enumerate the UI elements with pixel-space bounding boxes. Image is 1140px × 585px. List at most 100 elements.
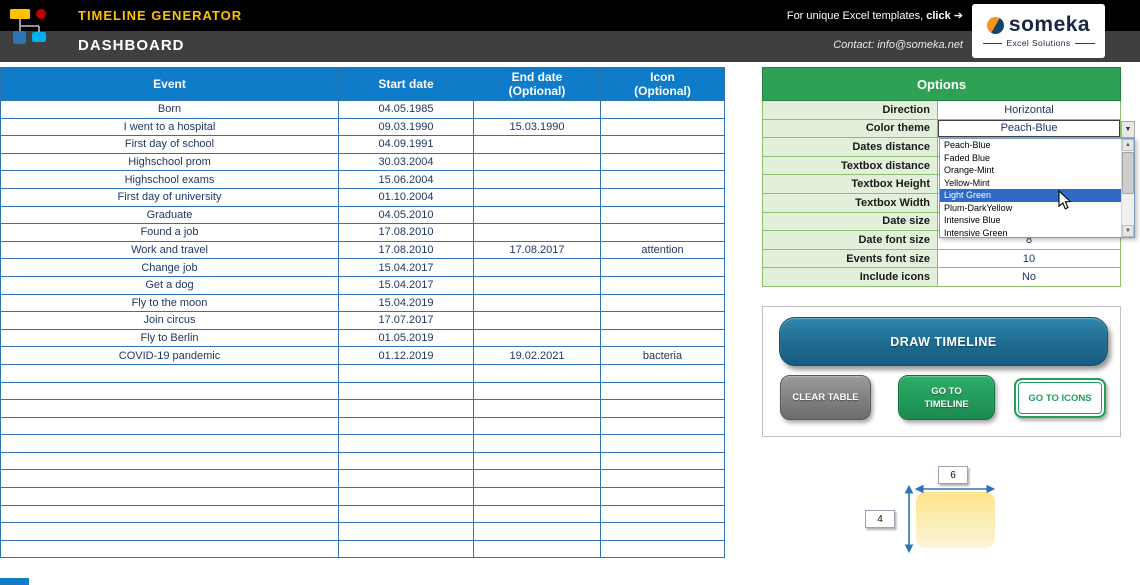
end-date-cell[interactable] (473, 100, 601, 119)
start-date-cell[interactable]: 01.10.2004 (338, 187, 474, 207)
end-date-cell[interactable] (473, 135, 601, 154)
event-cell[interactable] (0, 399, 339, 418)
start-date-cell[interactable]: 04.09.1991 (338, 135, 474, 154)
icon-cell[interactable] (600, 522, 725, 541)
dropdown-item[interactable]: Peach-Blue (940, 139, 1121, 152)
start-date-cell[interactable] (338, 504, 474, 524)
option-value-direction[interactable]: Horizontal (938, 101, 1121, 119)
end-date-cell[interactable]: 15.03.1990 (473, 117, 601, 137)
start-date-cell[interactable]: 30.03.2004 (338, 152, 474, 172)
end-date-cell[interactable] (473, 205, 601, 225)
icon-cell[interactable] (600, 328, 725, 348)
event-cell[interactable] (0, 451, 339, 471)
event-cell[interactable]: First day of school (0, 135, 339, 154)
end-date-cell[interactable] (473, 170, 601, 189)
end-date-cell[interactable] (473, 258, 601, 277)
end-date-cell[interactable]: 17.08.2017 (473, 240, 601, 260)
icon-cell[interactable] (600, 152, 725, 172)
draw-timeline-button[interactable]: DRAW TIMELINE (779, 317, 1108, 366)
event-cell[interactable] (0, 381, 339, 401)
dropdown-item[interactable]: Faded Blue (940, 152, 1121, 165)
event-cell[interactable]: Fly to Berlin (0, 328, 339, 348)
start-date-cell[interactable]: 01.05.2019 (338, 328, 474, 348)
icon-cell[interactable] (600, 487, 725, 506)
dropdown-item[interactable]: Plum-DarkYellow (940, 202, 1121, 215)
icon-cell[interactable] (600, 416, 725, 436)
dropdown-scrollbar[interactable]: ▲ ▼ (1121, 139, 1134, 237)
event-cell[interactable]: Fly to the moon (0, 293, 339, 313)
dropdown-item[interactable]: Yellow-Mint (940, 177, 1121, 190)
icon-cell[interactable] (600, 363, 725, 383)
event-cell[interactable]: Found a job (0, 223, 339, 242)
icon-cell[interactable] (600, 170, 725, 189)
end-date-cell[interactable] (473, 223, 601, 242)
icon-cell[interactable] (600, 399, 725, 418)
start-date-cell[interactable] (338, 469, 474, 489)
event-cell[interactable]: First day of university (0, 187, 339, 207)
event-cell[interactable] (0, 522, 339, 541)
end-date-cell[interactable] (473, 187, 601, 207)
end-date-cell[interactable] (473, 522, 601, 541)
event-cell[interactable]: Change job (0, 258, 339, 277)
icon-cell[interactable] (600, 469, 725, 489)
start-date-cell[interactable]: 17.08.2010 (338, 223, 474, 242)
start-date-cell[interactable]: 01.12.2019 (338, 346, 474, 365)
option-value-include-icons[interactable]: No (938, 268, 1121, 286)
end-date-cell[interactable] (473, 487, 601, 506)
start-date-cell[interactable]: 15.04.2019 (338, 293, 474, 313)
icon-cell[interactable] (600, 381, 725, 401)
icon-cell[interactable] (600, 311, 725, 330)
option-value-color-theme[interactable]: Peach-Blue (938, 119, 1121, 138)
end-date-cell[interactable] (473, 539, 601, 559)
end-date-cell[interactable]: 19.02.2021 (473, 346, 601, 365)
dropdown-item[interactable]: Intensive Blue (940, 214, 1121, 227)
dropdown-item[interactable]: Orange-Mint (940, 164, 1121, 177)
end-date-cell[interactable] (473, 293, 601, 313)
icon-cell[interactable] (600, 434, 725, 453)
color-theme-dropdown-button[interactable]: ▼ (1121, 121, 1135, 138)
event-cell[interactable]: I went to a hospital (0, 117, 339, 137)
start-date-cell[interactable] (338, 434, 474, 453)
start-date-cell[interactable] (338, 487, 474, 506)
event-cell[interactable]: COVID-19 pandemic (0, 346, 339, 365)
end-date-cell[interactable] (473, 469, 601, 489)
end-date-cell[interactable] (473, 381, 601, 401)
event-cell[interactable] (0, 469, 339, 489)
icon-cell[interactable] (600, 539, 725, 559)
event-cell[interactable] (0, 539, 339, 559)
clear-table-button[interactable]: CLEAR TABLE (780, 375, 871, 420)
end-date-cell[interactable] (473, 504, 601, 524)
end-date-cell[interactable] (473, 152, 601, 172)
start-date-cell[interactable]: 04.05.2010 (338, 205, 474, 225)
go-to-timeline-button[interactable]: GO TO TIMELINE (898, 375, 995, 420)
icon-cell[interactable] (600, 258, 725, 277)
promo-click-link[interactable]: click (926, 10, 950, 22)
start-date-cell[interactable]: 15.06.2004 (338, 170, 474, 189)
event-cell[interactable]: Born (0, 100, 339, 119)
end-date-cell[interactable] (473, 451, 601, 471)
start-date-cell[interactable]: 17.08.2010 (338, 240, 474, 260)
event-cell[interactable]: Work and travel (0, 240, 339, 260)
event-cell[interactable] (0, 487, 339, 506)
event-cell[interactable] (0, 504, 339, 524)
end-date-cell[interactable] (473, 311, 601, 330)
icon-cell[interactable] (600, 135, 725, 154)
start-date-cell[interactable] (338, 539, 474, 559)
icon-cell[interactable]: attention (600, 240, 725, 260)
icon-cell[interactable] (600, 293, 725, 313)
end-date-cell[interactable] (473, 416, 601, 436)
someka-logo[interactable]: someka Excel Solutions (972, 4, 1105, 58)
dropdown-item[interactable]: Intensive Green (940, 227, 1121, 240)
start-date-cell[interactable] (338, 381, 474, 401)
event-cell[interactable] (0, 434, 339, 453)
event-cell[interactable]: Graduate (0, 205, 339, 225)
icon-cell[interactable] (600, 504, 725, 524)
option-value-events-font-size[interactable]: 10 (938, 249, 1121, 268)
icon-cell[interactable] (600, 117, 725, 137)
scroll-up-button[interactable]: ▲ (1122, 139, 1134, 151)
icon-cell[interactable] (600, 100, 725, 119)
end-date-cell[interactable] (473, 363, 601, 383)
end-date-cell[interactable] (473, 399, 601, 418)
event-cell[interactable]: Highschool exams (0, 170, 339, 189)
go-to-icons-button[interactable]: GO TO ICONS (1014, 378, 1106, 418)
